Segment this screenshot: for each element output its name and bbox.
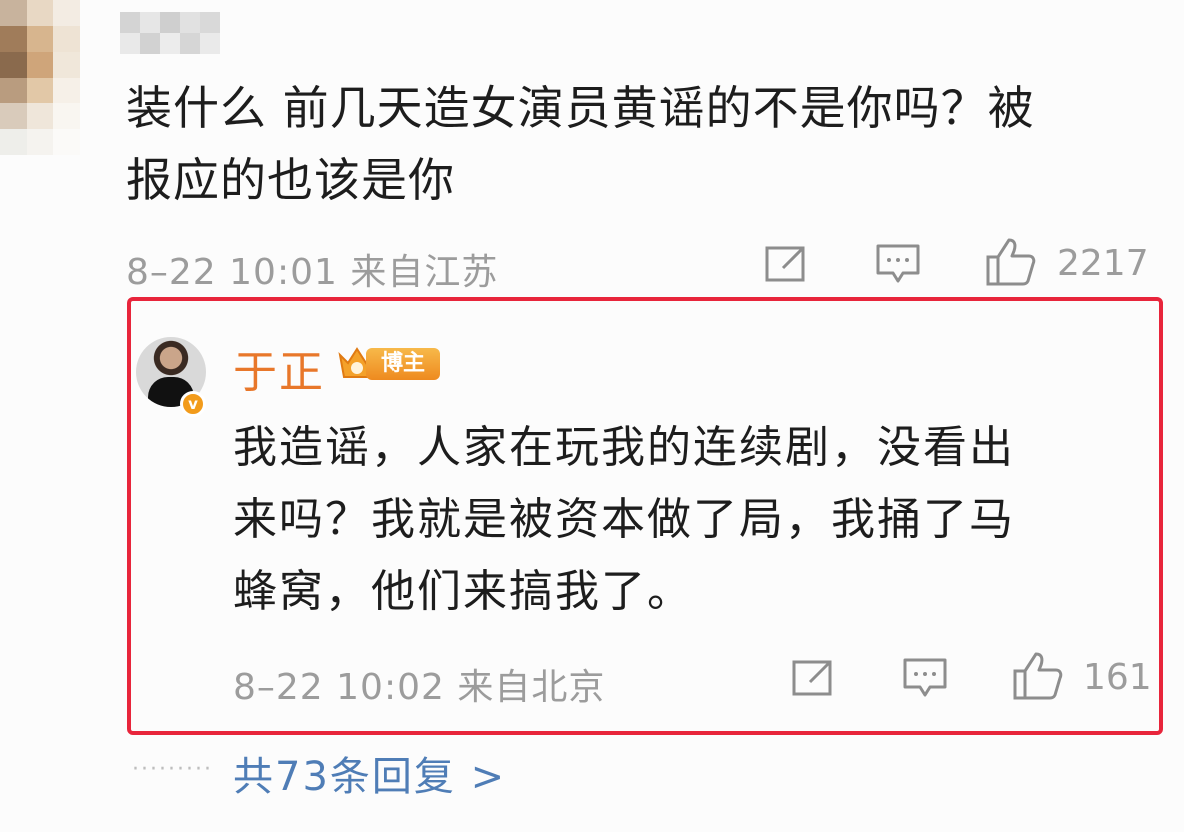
- like-icon[interactable]: [985, 237, 1037, 287]
- comment-icon[interactable]: [875, 243, 921, 285]
- reply-meta: 8–22 10:02 来自北京: [233, 667, 606, 708]
- share-icon[interactable]: [763, 244, 807, 284]
- reply-text-line: 我造谣，人家在玩我的连续剧，没看出: [233, 422, 1015, 473]
- thread-dots: ·········: [132, 757, 213, 782]
- commenter-name-blurred[interactable]: [120, 12, 220, 54]
- like-count: 2217: [1057, 243, 1149, 284]
- blogger-badge: 博主: [336, 343, 442, 383]
- blogger-badge-label: 博主: [366, 348, 440, 380]
- author-name[interactable]: 于正: [233, 336, 325, 400]
- comment-body: 装什么 前几天造女演员黄谣的不是你吗？被 报应的也该是你: [126, 72, 1146, 216]
- share-icon[interactable]: [790, 658, 834, 698]
- reply-body: 我造谣，人家在玩我的连续剧，没看出 来吗？我就是被资本做了局，我捅了马 蜂窝，他…: [233, 412, 1113, 628]
- more-replies-link[interactable]: 共73条回复 >: [233, 744, 506, 802]
- comment-meta: 8–22 10:01 来自江苏: [126, 252, 499, 293]
- verified-badge-icon: v: [180, 391, 206, 417]
- reply-text-line: 来吗？我就是被资本做了局，我捅了马: [233, 494, 1015, 545]
- comment-text-line: 报应的也该是你: [126, 153, 455, 207]
- comment-text-line: 装什么 前几天造女演员黄谣的不是你吗？被: [126, 81, 1035, 135]
- commenter-avatar-blurred[interactable]: [0, 0, 80, 155]
- comment-icon[interactable]: [902, 657, 948, 699]
- reply-text-line: 蜂窝，他们来搞我了。: [233, 566, 693, 617]
- like-icon[interactable]: [1012, 651, 1064, 701]
- like-count: 161: [1083, 657, 1152, 698]
